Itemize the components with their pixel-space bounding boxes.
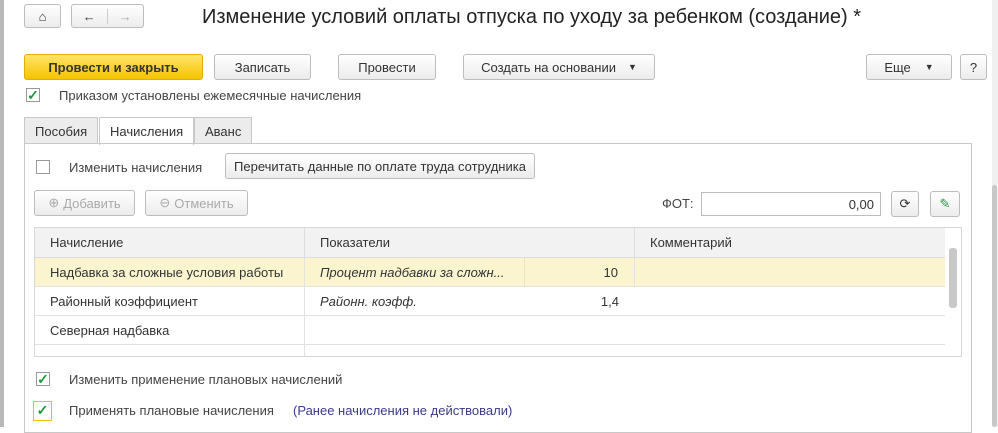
apply-planned-label: Применять плановые начисления <box>69 403 274 418</box>
save-button[interactable]: Записать <box>214 54 311 80</box>
dropdown-icon: ▼ <box>627 62 637 72</box>
pencil-icon: ✎ <box>939 196 951 211</box>
change-planned-checkbox[interactable]: ✓ <box>36 372 50 386</box>
page-title: Изменение условий оплаты отпуска по уход… <box>202 6 862 28</box>
help-button[interactable]: ? <box>960 54 987 80</box>
apply-planned-checkbox[interactable]: ✓ <box>33 401 52 421</box>
nav-buttons: ← → <box>71 4 144 28</box>
scroll-thumb[interactable] <box>992 185 997 427</box>
more-button[interactable]: Еще ▼ <box>866 54 952 80</box>
edit-button[interactable]: ✎ <box>930 191 960 217</box>
cell-accrual: Районный коэффициент <box>35 287 305 315</box>
cell-value: 1,4 <box>600 293 619 309</box>
cell-value: 10 <box>525 258 635 286</box>
home-button[interactable]: ⌂ <box>24 4 61 28</box>
refresh-button[interactable]: ⟳ <box>891 191 919 217</box>
fot-label: ФОТ: <box>662 196 694 211</box>
add-label: Добавить <box>63 195 121 211</box>
col-accrual[interactable]: Начисление <box>35 228 305 257</box>
change-accruals-label: Изменить начисления <box>69 160 203 175</box>
post-and-close-button[interactable]: Провести и закрыть <box>24 54 203 80</box>
tab-benefits[interactable]: Пособия <box>24 117 99 144</box>
table-row[interactable] <box>35 345 945 356</box>
cell-indicator: Процент надбавки за сложн... <box>305 258 525 286</box>
col-comment[interactable]: Комментарий <box>635 228 945 257</box>
accruals-table: Начисление Показатели Комментарий Надбав… <box>34 227 962 357</box>
cell-accrual <box>35 345 305 356</box>
post-button[interactable]: Провести <box>338 54 436 80</box>
table-row[interactable]: Северная надбавка <box>35 316 945 345</box>
add-icon: ⊕ <box>48 195 60 210</box>
reread-button[interactable]: Перечитать данные по оплате труда сотруд… <box>225 153 535 179</box>
table-row[interactable]: Районный коэффициент Районн. коэфф. 1,4 <box>35 287 945 316</box>
back-icon[interactable]: ← <box>72 8 108 24</box>
add-button[interactable]: ⊕ Добавить <box>34 190 135 216</box>
change-planned-label: Изменить применение плановых начислений <box>69 372 343 387</box>
more-label: Еще <box>884 59 911 75</box>
table-row[interactable]: Надбавка за сложные условия работы Проце… <box>35 258 945 287</box>
tab-accruals[interactable]: Начисления <box>99 117 195 145</box>
fot-input[interactable]: 0,00 <box>701 192 881 216</box>
cancel-icon: ⊖ <box>159 195 171 210</box>
table-header: Начисление Показатели Комментарий <box>35 228 945 258</box>
apply-planned-note: (Ранее начисления не действовали) <box>293 403 513 418</box>
col-indicators[interactable]: Показатели <box>305 228 635 257</box>
create-based-label: Создать на основании <box>481 59 616 75</box>
cell-accrual: Надбавка за сложные условия работы <box>35 258 305 286</box>
forward-icon[interactable]: → <box>108 9 144 24</box>
monthly-accruals-checkbox[interactable]: ✓ <box>26 88 40 102</box>
left-border <box>0 0 4 427</box>
create-based-button[interactable]: Создать на основании ▼ <box>463 54 655 80</box>
tab-advance[interactable]: Аванс <box>194 117 253 144</box>
cancel-label: Отменить <box>174 195 234 211</box>
cell-indicator: Районн. коэфф. <box>320 293 417 309</box>
monthly-accruals-label: Приказом установлены ежемесячные начисле… <box>59 88 362 103</box>
table-scrollbar[interactable] <box>949 248 957 308</box>
page-scrollbar[interactable] <box>992 0 998 427</box>
cancel-button[interactable]: ⊖ Отменить <box>145 190 248 216</box>
home-icon: ⌂ <box>38 8 47 24</box>
change-accruals-checkbox[interactable] <box>36 160 50 174</box>
dropdown-icon: ▼ <box>924 62 934 72</box>
refresh-icon: ⟳ <box>899 196 911 211</box>
cell-accrual: Северная надбавка <box>35 316 305 344</box>
